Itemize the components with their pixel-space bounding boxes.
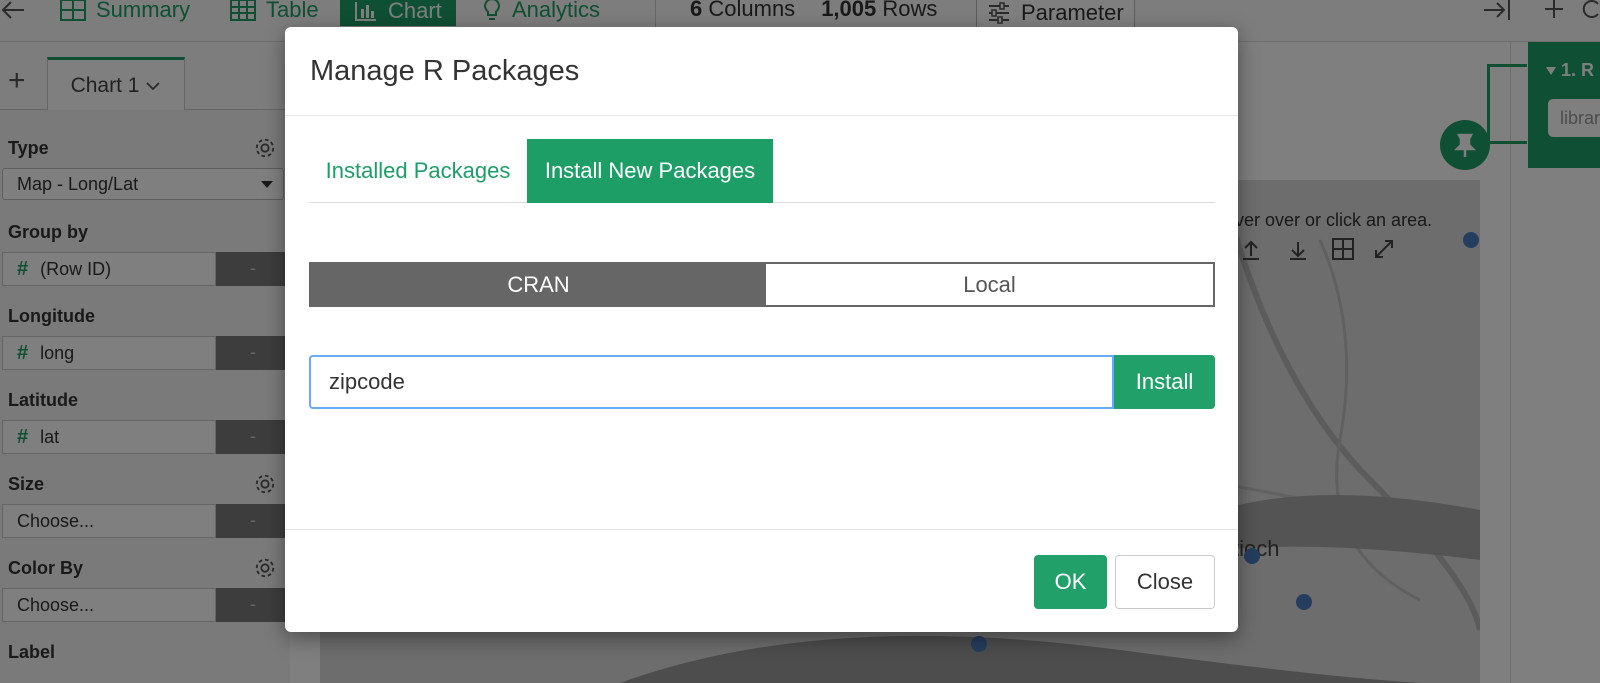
- dialog-title: Manage R Packages: [310, 55, 580, 87]
- ok-button[interactable]: OK: [1034, 555, 1107, 609]
- package-tabs: Installed Packages Install New Packages: [309, 139, 1215, 203]
- tab-install-new-packages[interactable]: Install New Packages: [527, 139, 773, 203]
- tab-installed-packages[interactable]: Installed Packages: [309, 139, 527, 203]
- package-name-input[interactable]: [309, 355, 1114, 409]
- source-local-button[interactable]: Local: [766, 264, 1213, 305]
- divider: [285, 529, 1238, 530]
- install-button[interactable]: Install: [1114, 355, 1215, 409]
- source-toggle: CRAN Local: [309, 262, 1215, 307]
- source-cran-button[interactable]: CRAN: [311, 264, 766, 305]
- divider: [285, 115, 1238, 116]
- close-button[interactable]: Close: [1115, 555, 1215, 609]
- manage-r-packages-dialog: Manage R Packages Installed Packages Ins…: [285, 27, 1238, 632]
